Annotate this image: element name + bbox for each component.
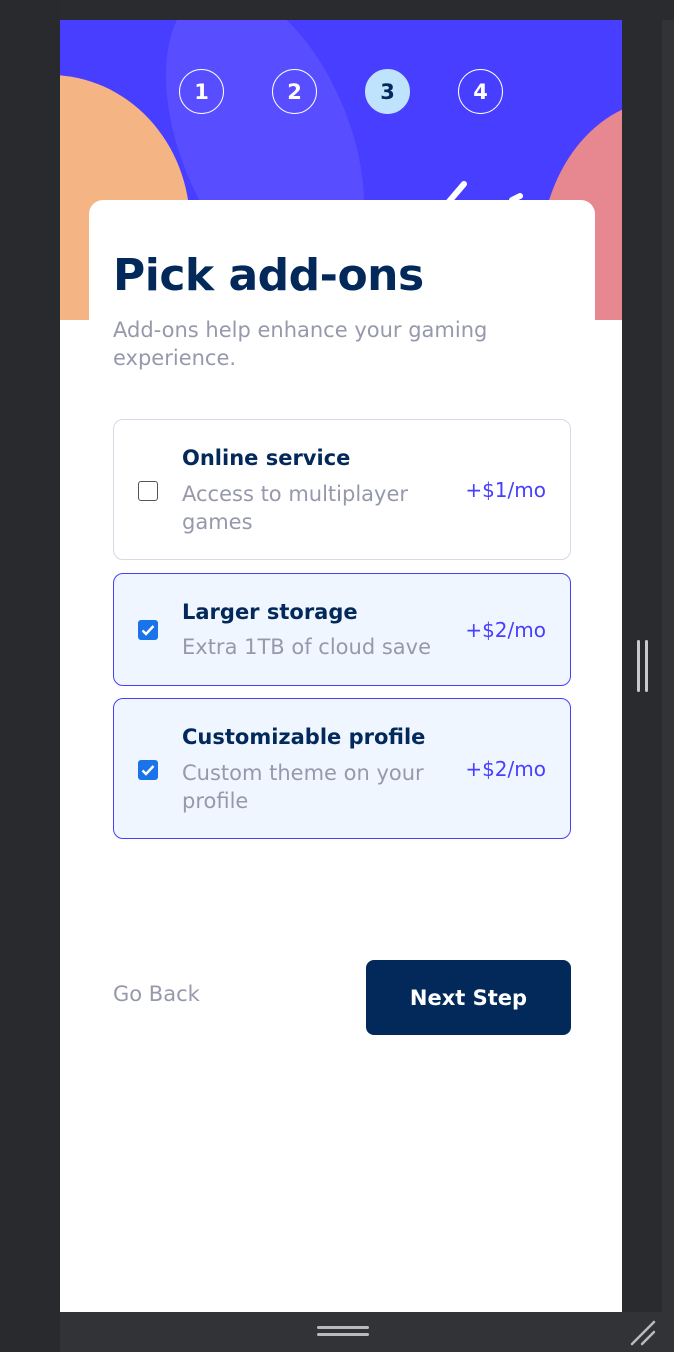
addon-online-service[interactable]: Online service Access to multiplayer gam… [113, 419, 571, 560]
addon-name: Online service [182, 446, 351, 470]
step-3[interactable]: 3 [365, 69, 410, 114]
page-subtitle: Add-ons help enhance your gaming experie… [113, 318, 488, 370]
vertical-resize-handle[interactable] [636, 640, 648, 692]
addon-price: +$1/mo [465, 478, 546, 502]
step-2[interactable]: 2 [272, 69, 317, 114]
addon-price: +$2/mo [465, 618, 546, 642]
addon-description: Access to multiplayer games [182, 482, 409, 534]
horizontal-resize-handle[interactable] [317, 1326, 369, 1340]
step-1[interactable]: 1 [179, 69, 224, 114]
checkmark-icon [141, 625, 155, 636]
page-viewport: 1 2 3 4 Pick add-ons Add-ons help enhanc… [60, 20, 622, 1312]
addon-customizable-profile[interactable]: Customizable profile Custom theme on you… [113, 698, 571, 839]
form-card: Pick add-ons Add-ons help enhance your g… [89, 200, 595, 1035]
addon-name: Larger storage [182, 600, 358, 624]
left-panel [0, 0, 60, 1352]
addon-description: Extra 1TB of cloud save [182, 635, 431, 659]
right-edge [662, 20, 674, 1352]
checkbox[interactable] [138, 481, 158, 501]
go-back-link[interactable]: Go Back [113, 982, 200, 1006]
step-indicator: 1 2 3 4 [179, 69, 503, 114]
checkbox-checked[interactable] [138, 620, 158, 640]
addon-price: +$2/mo [465, 757, 546, 781]
addon-larger-storage[interactable]: Larger storage Extra 1TB of cloud save +… [113, 573, 571, 686]
step-4[interactable]: 4 [458, 69, 503, 114]
resize-corner-icon[interactable] [628, 1318, 658, 1348]
checkbox-checked[interactable] [138, 760, 158, 780]
page-title: Pick add-ons [113, 250, 424, 301]
checkmark-icon [141, 765, 155, 776]
devtools-frame: 1 2 3 4 Pick add-ons Add-ons help enhanc… [0, 0, 674, 1352]
next-step-button[interactable]: Next Step [366, 960, 571, 1035]
addon-name: Customizable profile [182, 725, 426, 749]
addon-description: Custom theme on your profile [182, 761, 424, 813]
